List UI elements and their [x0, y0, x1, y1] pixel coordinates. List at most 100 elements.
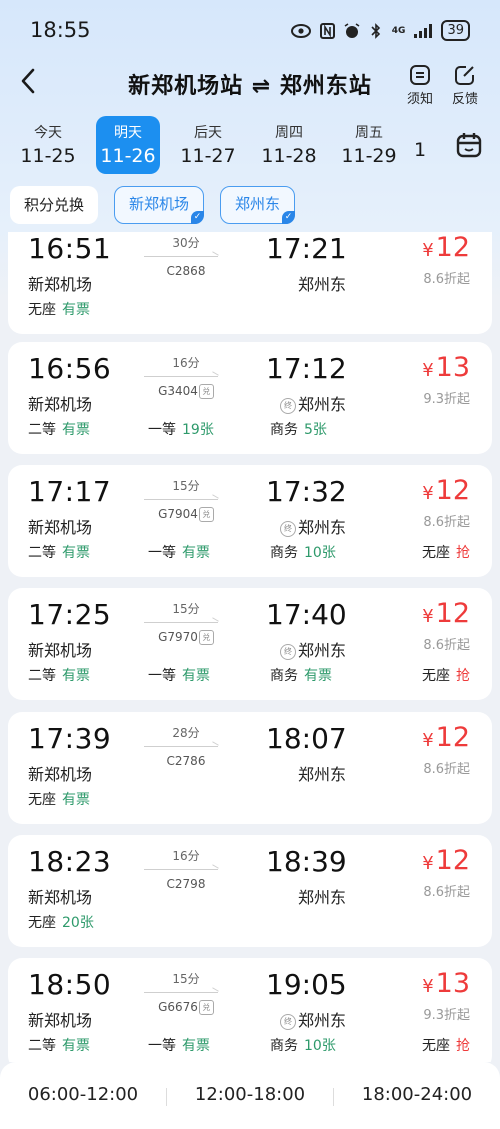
price: ¥13 [422, 968, 470, 999]
train-card[interactable]: 17:39 新郑机场 28分 C2786 18:07 郑州东 ¥12 8.6折起 无座 有票 [8, 712, 492, 824]
duration: 16分 [172, 356, 200, 370]
arrival-time: 18:07 [266, 722, 347, 755]
price-value: 12 [435, 845, 470, 876]
train-list: 16:51 新郑机场 30分 C2868 17:21 郑州东 ¥12 8.6折起 无座 有票 16:… [0, 232, 500, 1062]
arrival-station: 终郑州东 [266, 1007, 346, 1031]
seat-availability: 一等 有票 [148, 542, 210, 562]
time-slot-morning[interactable]: 06:00-12:00 [0, 1084, 166, 1105]
from-station-label: 新郑机场 [129, 195, 190, 213]
seat-availability: 一等 有票 [148, 1035, 210, 1055]
train-card[interactable]: 16:51 新郑机场 30分 C2868 17:21 郑州东 ¥12 8.6折起 无座 有票 [8, 232, 492, 334]
seat-status: 有票 [62, 302, 90, 318]
date-tab-selected[interactable]: 明天 11-26 [96, 116, 160, 174]
seat-class: 二等 [28, 1038, 56, 1054]
train-number-label: C2786 [166, 754, 206, 768]
seat-availability: 无座 20张 [28, 912, 94, 932]
seat-availability: 二等 有票 [28, 419, 90, 439]
date-tab[interactable]: 1 [414, 116, 432, 174]
battery-icon: 39 [441, 20, 470, 41]
route-arrow [144, 622, 218, 623]
train-number-label: G7970 [158, 630, 198, 644]
filter-bar: 积分兑换 新郑机场 ✓ 郑州东 ✓ [0, 184, 500, 232]
calendar-icon [456, 133, 482, 158]
arrival-time: 19:05 [266, 968, 347, 1001]
seat-status: 有票 [182, 545, 210, 561]
status-bar: 18:55 4G 39 [0, 0, 500, 62]
seat-availability: 无座 有票 [28, 789, 90, 809]
train-number-label: G6676 [158, 1000, 198, 1014]
seat-availability: 商务 10张 [270, 542, 336, 562]
seat-status: 有票 [304, 668, 332, 684]
signal-icon [414, 23, 433, 38]
arrival-station: 郑州东 [266, 761, 346, 785]
train-card[interactable]: 16:56 新郑机场 16分 G3404 兑 17:12 终郑州东 ¥13 9.3折起 二等 有票 一… [8, 342, 492, 454]
arrival-station: 郑州东 [266, 884, 346, 908]
route-arrow [144, 499, 218, 500]
train-card[interactable]: 17:25 新郑机场 15分 G7970 兑 17:40 终郑州东 ¥12 8.6折起 二等 有票一… [8, 588, 492, 700]
seat-status[interactable]: 抢 [456, 545, 470, 561]
discount-label: 8.6折起 [423, 272, 470, 287]
points-exchange-chip[interactable]: 积分兑换 [10, 186, 99, 224]
arrival-station-label: 郑州东 [297, 888, 346, 907]
check-icon: ✓ [191, 211, 205, 224]
seat-class: 二等 [28, 668, 56, 684]
notice-button[interactable]: 须知 [401, 64, 439, 107]
feedback-button[interactable]: 反馈 [446, 64, 484, 107]
departure-time: 16:56 [28, 352, 112, 385]
price: ¥12 [422, 475, 470, 506]
date-day: 周四 [275, 125, 303, 141]
seat-status[interactable]: 抢 [456, 1038, 470, 1054]
train-number: C2868 [148, 264, 224, 278]
nfc-icon [319, 22, 335, 39]
seat-class: 一等 [148, 422, 176, 438]
seat-availability: 二等 有票 [28, 1035, 90, 1055]
arrival-time: 17:40 [266, 598, 347, 631]
train-number: G3404 兑 [148, 384, 224, 399]
departure-station: 新郑机场 [28, 765, 93, 784]
arrival-time: 17:12 [266, 352, 347, 385]
time-slot-afternoon[interactable]: 12:00-18:00 [167, 1084, 333, 1105]
date-tab[interactable]: 周四 11-28 [257, 116, 321, 174]
seat-class: 无座 [422, 1038, 450, 1054]
seat-status[interactable]: 抢 [456, 668, 470, 684]
seat-availability: 无座抢 [422, 665, 470, 685]
arrival-station-label: 郑州东 [297, 275, 346, 294]
price-value: 12 [435, 722, 470, 753]
time-slot-bar: 06:00-12:00 12:00-18:00 18:00-24:00 [0, 1062, 500, 1129]
departure-station: 新郑机场 [28, 1011, 93, 1030]
route-arrow [144, 376, 218, 377]
duration: 16分 [172, 849, 200, 863]
redeem-badge: 兑 [198, 507, 214, 522]
price: ¥13 [422, 352, 470, 383]
currency-symbol: ¥ [422, 853, 434, 874]
notice-label: 须知 [406, 92, 433, 107]
seat-status: 有票 [62, 792, 90, 808]
train-card[interactable]: 18:23 新郑机场 16分 C2798 18:39 郑州东 ¥12 8.6折起 无座 20张 [8, 835, 492, 947]
duration: 30分 [172, 236, 200, 250]
price-value: 13 [435, 352, 470, 383]
to-station-chip[interactable]: 郑州东 ✓ [220, 186, 296, 224]
date-tab[interactable]: 后天 11-27 [176, 116, 240, 174]
arrival-station-label: 郑州东 [297, 395, 346, 414]
from-station-chip[interactable]: 新郑机场 ✓ [114, 186, 205, 224]
arrival-station-label: 郑州东 [297, 641, 346, 660]
seat-availability: 二等 有票 [28, 542, 90, 562]
train-card[interactable]: 17:17 新郑机场 15分 G7904 兑 17:32 终郑州东 ¥12 8.6折起 二等 有票一… [8, 465, 492, 577]
departure-time: 18:50 [28, 968, 112, 1001]
terminal-badge: 终 [279, 1014, 296, 1030]
time-slot-evening[interactable]: 18:00-24:00 [334, 1084, 500, 1105]
seat-availability: 商务 有票 [270, 665, 332, 685]
calendar-button[interactable] [454, 130, 484, 160]
departure-time: 18:23 [28, 845, 112, 878]
arrival-station: 郑州东 [266, 271, 346, 295]
date-tab[interactable]: 周五 11-29 [337, 116, 401, 174]
alarm-icon [344, 22, 360, 38]
seat-availability: 商务 5张 [270, 419, 327, 439]
train-card[interactable]: 18:50 新郑机场 15分 G6676 兑 19:05 终郑州东 ¥13 9.3折起 二等 有票一… [8, 958, 492, 1062]
date-value: 11-26 [100, 145, 156, 167]
train-number: G7970 兑 [148, 630, 224, 645]
seat-status: 有票 [62, 422, 90, 438]
seat-class: 商务 [270, 668, 298, 684]
discount-label: 9.3折起 [423, 392, 470, 407]
date-tab[interactable]: 今天 11-25 [16, 116, 80, 174]
